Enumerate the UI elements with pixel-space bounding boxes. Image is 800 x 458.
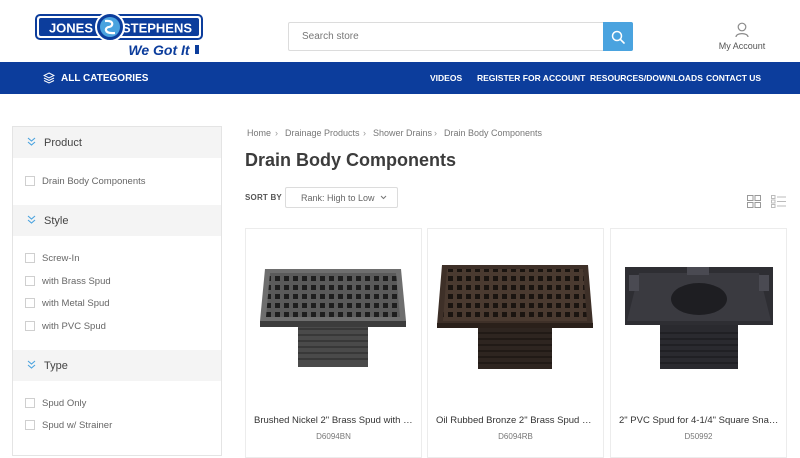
sort-value: Rank: High to Low	[301, 193, 375, 203]
product-name[interactable]: Oil Rubbed Bronze 2" Brass Spud with Gri…	[436, 415, 596, 426]
filter-option-label: Screw-In	[42, 252, 80, 264]
list-view-icon[interactable]	[771, 195, 786, 208]
all-categories-button[interactable]: ALL CATEGORIES	[43, 62, 148, 94]
nav-link-contact[interactable]: CONTACT US	[706, 73, 761, 83]
checkbox[interactable]	[25, 398, 35, 408]
layers-icon	[43, 72, 55, 84]
nav-link-resources[interactable]: RESOURCES/DOWNLOADS	[590, 73, 703, 83]
product-image[interactable]	[428, 229, 603, 404]
logo-tagline: We Got It	[128, 42, 191, 58]
user-icon	[735, 22, 749, 38]
facet-header-style[interactable]: Style	[13, 205, 221, 236]
filter-option-pvc-spud[interactable]: with PVC Spud	[25, 319, 106, 333]
search-bar	[288, 22, 633, 51]
checkbox[interactable]	[25, 321, 35, 331]
checkbox[interactable]	[25, 420, 35, 430]
breadcrumb-separator: ›	[363, 128, 366, 138]
chevron-down-icon	[27, 137, 36, 146]
filter-option-spud-strainer[interactable]: Spud w/ Strainer	[25, 418, 112, 432]
product-card[interactable]: 2" PVC Spud for 4-1/4" Square Snap-In St…	[610, 228, 787, 458]
my-account-label: My Account	[718, 41, 766, 51]
product-sku: D6094BN	[316, 432, 351, 441]
page-title: Drain Body Components	[245, 150, 457, 170]
breadcrumb-separator: ›	[275, 128, 278, 138]
facet-header-type[interactable]: Type	[13, 350, 221, 381]
filter-option-label: with Brass Spud	[42, 275, 111, 287]
checkbox[interactable]	[25, 253, 35, 263]
breadcrumb-current: Drain Body Components	[444, 128, 543, 138]
filter-sidebar: Product Drain Body Components Style Scre…	[12, 126, 222, 456]
chevron-down-icon	[380, 195, 387, 200]
filter-option-label: Drain Body Components	[42, 175, 146, 187]
main-nav: ALL CATEGORIES VIDEOS REGISTER FOR ACCOU…	[0, 62, 800, 94]
my-account-link[interactable]: My Account	[712, 20, 772, 56]
chevron-down-icon	[27, 360, 36, 369]
nav-link-register[interactable]: REGISTER FOR ACCOUNT	[477, 73, 585, 83]
sort-dropdown[interactable]: Rank: High to Low	[285, 187, 398, 208]
filter-option-screw-in[interactable]: Screw-In	[25, 251, 79, 265]
product-card[interactable]: Oil Rubbed Bronze 2" Brass Spud with Gri…	[427, 228, 604, 458]
brand-logo[interactable]: JONES STEPHENS We Got It	[35, 12, 203, 58]
breadcrumb-home[interactable]: Home	[247, 128, 271, 138]
checkbox[interactable]	[25, 176, 35, 186]
breadcrumb-separator: ›	[434, 128, 437, 138]
product-image[interactable]	[246, 229, 421, 404]
product-card[interactable]: Brushed Nickel 2" Brass Spud with Grid S…	[245, 228, 422, 458]
filter-option-drain-body-components[interactable]: Drain Body Components	[25, 174, 146, 188]
search-input[interactable]	[289, 23, 603, 50]
product-sku: D6094RB	[498, 432, 533, 441]
product-image[interactable]	[611, 229, 786, 404]
filter-option-spud-only[interactable]: Spud Only	[25, 396, 86, 410]
filter-option-label: with PVC Spud	[42, 320, 106, 332]
facet-title: Style	[44, 214, 69, 227]
sort-label: SORT BY	[245, 193, 282, 202]
filter-option-label: Spud Only	[42, 397, 87, 409]
facet-title: Product	[44, 136, 82, 149]
facet-title: Type	[44, 359, 68, 372]
logo-text-right: STEPHENS	[122, 21, 192, 36]
product-sku: D50992	[684, 432, 713, 441]
product-name[interactable]: 2" PVC Spud for 4-1/4" Square Snap-In St…	[619, 415, 779, 426]
breadcrumb-shower-drains[interactable]: Shower Drains	[373, 128, 432, 138]
breadcrumb-drainage-products[interactable]: Drainage Products	[285, 128, 360, 138]
filter-option-brass-spud[interactable]: with Brass Spud	[25, 274, 111, 288]
filter-option-label: with Metal Spud	[42, 297, 110, 309]
filter-option-metal-spud[interactable]: with Metal Spud	[25, 296, 110, 310]
search-button[interactable]	[603, 22, 633, 51]
chevron-down-icon	[27, 215, 36, 224]
nav-link-videos[interactable]: VIDEOS	[430, 73, 462, 83]
grid-view-icon[interactable]	[747, 195, 761, 208]
product-name[interactable]: Brushed Nickel 2" Brass Spud with Grid S…	[254, 415, 414, 426]
checkbox[interactable]	[25, 276, 35, 286]
search-icon	[611, 30, 625, 44]
filter-option-label: Spud w/ Strainer	[42, 419, 113, 431]
checkbox[interactable]	[25, 298, 35, 308]
logo-text-left: JONES	[49, 21, 93, 36]
facet-header-product[interactable]: Product	[13, 127, 221, 158]
site-header: JONES STEPHENS We Got It My Account	[0, 0, 800, 62]
all-categories-label: ALL CATEGORIES	[61, 72, 149, 84]
